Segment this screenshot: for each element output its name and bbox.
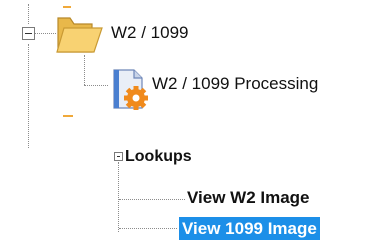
decor-dash [63, 6, 71, 8]
tree-guide-line [119, 199, 185, 200]
tree-group-label[interactable]: Lookups [125, 148, 192, 166]
decor-dash [63, 115, 73, 117]
collapse-toggle[interactable] [114, 152, 123, 161]
folder-open-icon [56, 17, 103, 53]
tree-guide-line [84, 85, 108, 86]
tree-guide-line [34, 33, 56, 34]
tree-item-view-w2-image[interactable]: View W2 Image [187, 188, 310, 208]
collapse-toggle[interactable] [22, 27, 35, 40]
tree-guide-line [118, 162, 119, 232]
tree-guide-line [84, 55, 85, 85]
tree-guide-line [28, 44, 29, 148]
tree-item-view-1099-image[interactable]: View 1099 Image [179, 217, 320, 240]
tree-guide-line [119, 228, 177, 229]
process-document-icon [113, 69, 148, 110]
tree-node-label[interactable]: W2 / 1099 [111, 23, 189, 43]
tree-guide-line [28, 4, 29, 24]
tree-node-label[interactable]: W2 / 1099 Processing [152, 74, 318, 94]
